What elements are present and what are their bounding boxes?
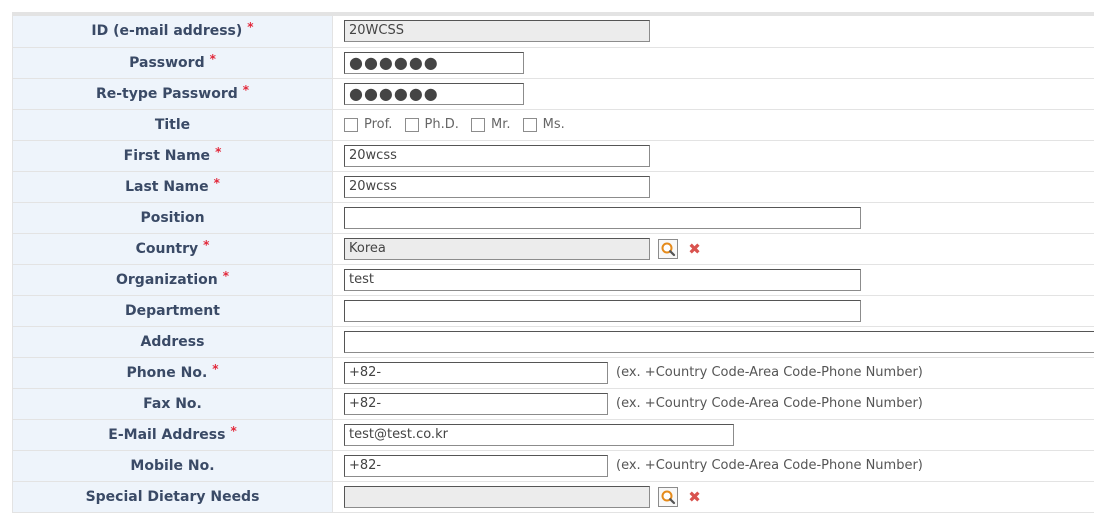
mobile-label: Mobile No. [12, 450, 333, 482]
id-label: ID (e-mail address) * [12, 16, 333, 48]
required-mark: * [209, 51, 216, 66]
phone-field[interactable]: +82- [344, 361, 608, 384]
row-title: Title Prof. Ph.D. Mr. Ms. [12, 109, 1094, 141]
row-id: ID (e-mail address) * 20WCSS [12, 16, 1094, 48]
dietary-field[interactable] [344, 485, 650, 508]
registration-form: ID (e-mail address) * 20WCSS Password * ●●… [12, 16, 1094, 513]
required-mark: * [230, 423, 237, 438]
required-mark: * [213, 175, 220, 190]
row-mobile: Mobile No. +82- (ex. +Country Code-Area C… [12, 450, 1094, 482]
row-retype-password: Re-type Password * ●●●●●● [12, 78, 1094, 110]
fax-label: Fax No. [12, 388, 333, 420]
row-fax: Fax No. +82- (ex. +Country Code-Area Code… [12, 388, 1094, 420]
password-field[interactable]: ●●●●●● [344, 51, 524, 74]
row-position: Position [12, 202, 1094, 234]
magnifier-icon [661, 242, 676, 256]
title-prof-checkbox[interactable] [344, 117, 358, 132]
required-mark: * [242, 82, 250, 97]
row-country: Country * Korea ✖ [12, 233, 1094, 265]
title-phd-checkbox[interactable] [404, 117, 419, 132]
department-label: Department [12, 295, 333, 327]
country-clear-icon[interactable]: ✖ [688, 241, 701, 257]
row-email: E-Mail Address * test@test.co.kr [12, 419, 1094, 451]
email-label: E-Mail Address * [12, 419, 333, 451]
row-organization: Organization * test [12, 264, 1094, 296]
fax-hint: (ex. +Country Code-Area Code-Phone Numbe… [616, 396, 923, 411]
row-password: Password * ●●●●●● [12, 47, 1094, 79]
retype-password-label: Re-type Password * [12, 78, 333, 110]
email-field[interactable]: test@test.co.kr [344, 423, 734, 446]
title-mr-checkbox[interactable] [471, 117, 486, 132]
position-field[interactable] [344, 206, 861, 229]
retype-password-field[interactable]: ●●●●●● [344, 82, 524, 105]
row-dietary: Special Dietary Needs ✖ [12, 481, 1094, 513]
row-last-name: Last Name * 20wcss [12, 171, 1094, 203]
mobile-hint: (ex. +Country Code-Area Code-Phone Numbe… [616, 458, 923, 473]
department-field[interactable] [344, 299, 861, 322]
organization-field[interactable]: test [344, 268, 861, 291]
title-phd-label: Ph.D. [424, 117, 459, 132]
magnifier-icon [661, 490, 676, 504]
row-address: Address [12, 326, 1094, 358]
row-phone: Phone No. * +82- (ex. +Country Code-Area C… [12, 357, 1094, 389]
required-mark: * [222, 268, 229, 283]
first-name-field[interactable]: 20wcss [344, 144, 650, 167]
country-search-icon[interactable] [658, 238, 679, 259]
first-name-label: First Name * [12, 140, 333, 172]
required-mark: * [212, 361, 219, 376]
position-label: Position [12, 202, 333, 234]
title-label: Title [12, 109, 333, 141]
phone-label: Phone No. * [12, 357, 333, 389]
title-ms-checkbox[interactable] [522, 117, 537, 132]
dietary-label: Special Dietary Needs [12, 481, 333, 513]
address-label: Address [12, 326, 333, 358]
mobile-field[interactable]: +82- [344, 454, 608, 477]
country-field[interactable]: Korea [344, 237, 650, 260]
title-prof-label: Prof. [364, 117, 393, 132]
address-field[interactable] [344, 330, 1094, 353]
dietary-clear-icon[interactable]: ✖ [688, 489, 701, 505]
row-department: Department [12, 295, 1094, 327]
fax-field[interactable]: +82- [344, 392, 608, 415]
dietary-search-icon[interactable] [658, 486, 679, 507]
id-field[interactable]: 20WCSS [344, 20, 650, 43]
last-name-label: Last Name * [12, 171, 333, 203]
row-first-name: First Name * 20wcss [12, 140, 1094, 172]
title-mr-label: Mr. [491, 117, 511, 132]
required-mark: * [215, 144, 222, 159]
required-mark: * [247, 20, 254, 35]
organization-label: Organization * [12, 264, 333, 296]
password-label: Password * [12, 47, 333, 79]
title-ms-label: Ms. [542, 117, 565, 132]
required-mark: * [203, 237, 210, 252]
last-name-field[interactable]: 20wcss [344, 175, 650, 198]
country-label: Country * [12, 233, 333, 265]
phone-hint: (ex. +Country Code-Area Code-Phone Numbe… [616, 365, 923, 380]
